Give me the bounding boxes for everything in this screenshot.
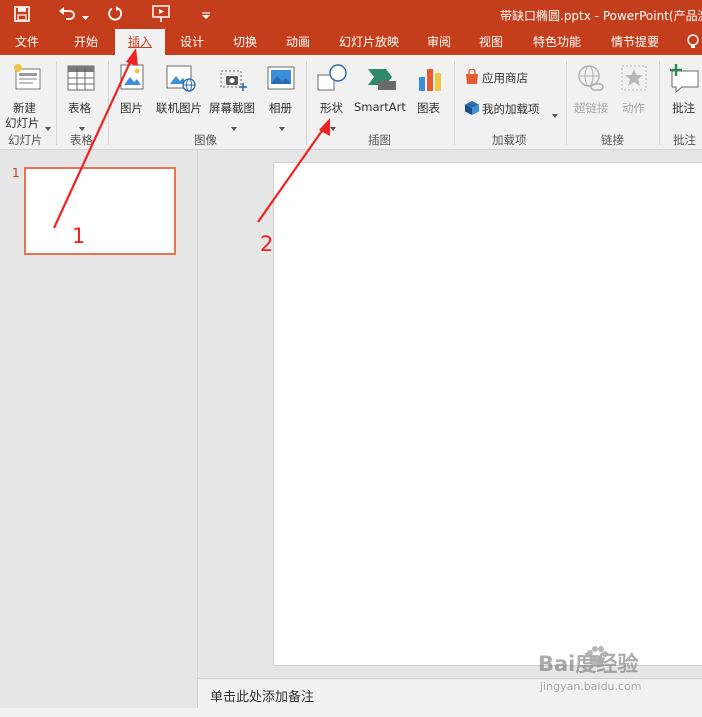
online-picture-button[interactable]: 联机图片 bbox=[155, 59, 205, 119]
picture-button[interactable]: 图片 bbox=[114, 59, 152, 119]
shapes-icon bbox=[316, 63, 350, 96]
table-button[interactable]: 表格 bbox=[62, 59, 102, 131]
watermark: Bai度经验 jingyan.baidu.com bbox=[538, 642, 698, 700]
ribbon-tabs: 文件 开始 插入 设计 切换 动画 幻灯片放映 审阅 视图 特色功能 情节提要 bbox=[0, 29, 702, 55]
tab-review[interactable]: 审阅 bbox=[416, 29, 462, 55]
hyperlink-icon bbox=[577, 64, 605, 97]
watermark-url: jingyan.baidu.com bbox=[540, 680, 642, 693]
watermark-brand: Bai度经验 bbox=[538, 652, 639, 676]
online-picture-icon bbox=[165, 63, 197, 96]
chevron-down-icon bbox=[279, 120, 285, 134]
shapes-button[interactable]: 形状 bbox=[312, 59, 352, 131]
chevron-down-icon bbox=[231, 120, 237, 134]
my-addins-button[interactable]: 我的加载项 bbox=[460, 98, 560, 120]
tab-features[interactable]: 特色功能 bbox=[522, 29, 592, 55]
tab-file[interactable]: 文件 bbox=[0, 29, 54, 55]
table-icon bbox=[67, 65, 95, 94]
photo-album-button[interactable]: 相册 bbox=[263, 59, 301, 131]
tab-transitions[interactable]: 切换 bbox=[222, 29, 268, 55]
chart-button[interactable]: 图表 bbox=[413, 59, 449, 119]
photo-album-icon bbox=[266, 65, 298, 96]
slide-thumbnail[interactable] bbox=[24, 167, 176, 255]
hyperlink-button: 超链接 bbox=[571, 59, 613, 119]
notes-placeholder: 单击此处添加备注 bbox=[210, 690, 315, 705]
undo-icon[interactable] bbox=[58, 5, 78, 24]
group-separator bbox=[566, 61, 567, 145]
comment-icon bbox=[668, 63, 700, 96]
group-separator bbox=[659, 61, 660, 145]
title-bar: 带缺口椭圆.pptx - PowerPoint(产品激 bbox=[0, 0, 702, 29]
tab-design[interactable]: 设计 bbox=[168, 29, 216, 55]
smartart-icon bbox=[366, 67, 398, 96]
save-icon[interactable] bbox=[14, 6, 30, 25]
repeat-icon[interactable] bbox=[106, 5, 124, 26]
comment-button[interactable]: 批注 bbox=[664, 59, 702, 119]
window-title: 带缺口椭圆.pptx - PowerPoint(产品激 bbox=[500, 9, 702, 23]
chart-icon bbox=[417, 65, 445, 96]
annotation-label-2: 2 bbox=[260, 232, 274, 256]
slide-canvas[interactable] bbox=[273, 162, 702, 666]
tab-home[interactable]: 开始 bbox=[60, 29, 112, 55]
tab-animations[interactable]: 动画 bbox=[274, 29, 322, 55]
group-separator bbox=[454, 61, 455, 145]
screenshot-button[interactable]: 屏幕截图 bbox=[207, 59, 259, 131]
picture-icon bbox=[119, 63, 147, 96]
ribbon-insert: 新建 幻灯片 幻灯片 表格 表格 图片 联机图片 屏幕截图 相册 图像 形状 S… bbox=[0, 55, 702, 150]
addins-icon bbox=[464, 100, 480, 119]
annotation-label-1: 1 bbox=[72, 224, 86, 248]
start-from-beginning-icon[interactable] bbox=[151, 4, 173, 27]
star-icon bbox=[620, 64, 648, 95]
smartart-button[interactable]: SmartArt bbox=[354, 59, 410, 119]
action-button: 动作 bbox=[616, 59, 652, 119]
slide-thumbnail-pane: 1 bbox=[0, 150, 198, 717]
group-separator bbox=[306, 61, 307, 145]
tab-view[interactable]: 视图 bbox=[468, 29, 514, 55]
tab-slideshow[interactable]: 幻灯片放映 bbox=[330, 29, 408, 55]
status-bar bbox=[0, 708, 702, 717]
new-slide-icon bbox=[12, 63, 44, 96]
chevron-down-icon bbox=[552, 107, 558, 121]
undo-dropdown-icon[interactable] bbox=[82, 10, 89, 24]
new-slide-button[interactable]: 新建 幻灯片 bbox=[2, 59, 52, 131]
group-separator bbox=[56, 61, 57, 145]
tab-insert[interactable]: 插入 bbox=[115, 29, 165, 55]
group-separator bbox=[108, 61, 109, 145]
slide-number: 1 bbox=[12, 166, 20, 180]
screenshot-icon bbox=[219, 65, 249, 96]
store-icon bbox=[464, 68, 480, 88]
tab-storyboard[interactable]: 情节提要 bbox=[600, 29, 670, 55]
chevron-down-icon bbox=[45, 120, 51, 134]
chevron-down-icon bbox=[330, 120, 336, 134]
tell-me-lightbulb-icon[interactable] bbox=[686, 34, 700, 53]
store-button[interactable]: 应用商店 bbox=[460, 67, 550, 89]
customize-toolbar-icon[interactable] bbox=[202, 9, 210, 23]
